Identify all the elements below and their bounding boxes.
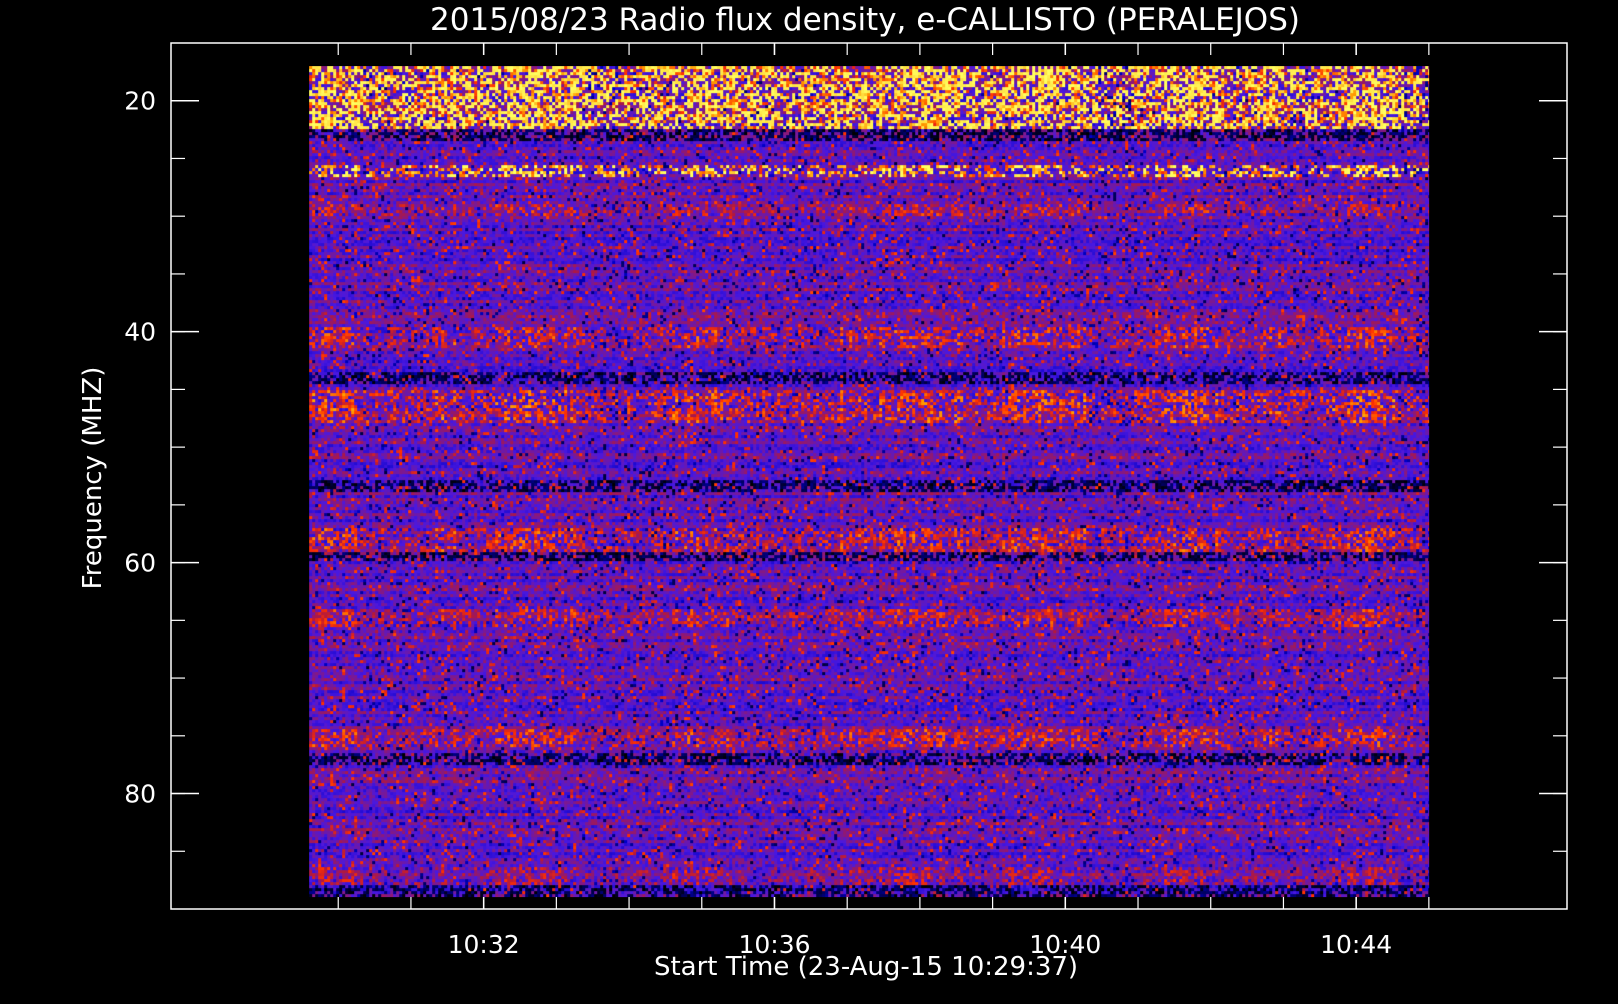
y-tick-label: 20 (124, 87, 156, 116)
spectrogram-chart: 2015/08/23 Radio flux density, e-CALLIST… (0, 0, 1618, 1000)
chart-svg: 2015/08/23 Radio flux density, e-CALLIST… (78, 2, 1568, 982)
y-tick-label: 40 (124, 318, 156, 347)
x-tick-label: 10:32 (448, 930, 520, 959)
spectrogram-image (309, 66, 1430, 898)
chart-title: 2015/08/23 Radio flux density, e-CALLIST… (430, 2, 1300, 38)
y-axis-label: Frequency (MHZ) (78, 367, 108, 590)
y-tick-label: 80 (124, 780, 156, 809)
x-tick-label: 10:44 (1320, 930, 1392, 959)
plot-area (309, 66, 1430, 898)
y-tick-label: 60 (124, 549, 156, 578)
x-axis-label: Start Time (23-Aug-15 10:29:37) (654, 952, 1078, 982)
